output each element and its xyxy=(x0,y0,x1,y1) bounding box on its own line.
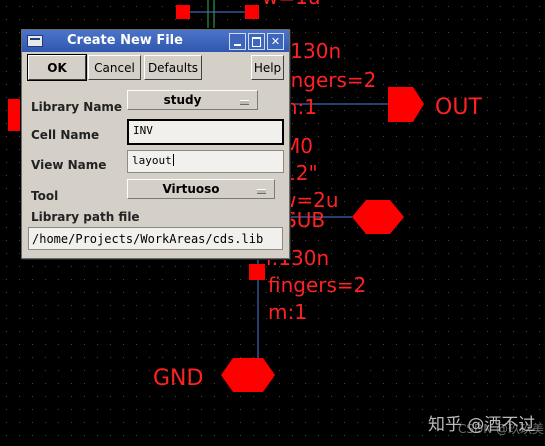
library-path-value: /home/Projects/WorkAreas/cds.lib xyxy=(32,232,264,246)
lower-mos-multiplier: m:1 xyxy=(268,300,307,324)
dialog-title: Create New File xyxy=(67,33,183,48)
minimize-icon[interactable] xyxy=(229,33,246,50)
tool-select[interactable]: Virtuoso xyxy=(127,179,275,199)
gnd-pin-label: GND xyxy=(153,366,203,391)
sub-pin-label: SUB xyxy=(284,208,325,232)
cancel-button[interactable]: Cancel xyxy=(88,55,141,80)
view-name-input[interactable]: layout xyxy=(127,150,284,173)
maximize-icon[interactable] xyxy=(248,33,265,50)
tool-label: Tool xyxy=(31,189,59,203)
lower-mos-fingers: fingers=2 xyxy=(268,273,366,297)
dialog-titlebar[interactable]: Create New File ✕ xyxy=(22,30,289,52)
close-icon[interactable]: ✕ xyxy=(267,33,284,50)
text-cursor xyxy=(172,154,174,166)
cell-name-input[interactable]: INV xyxy=(127,119,284,145)
top-connector-left xyxy=(176,5,190,19)
tool-value: Virtuoso xyxy=(162,182,220,196)
defaults-button[interactable]: Defaults xyxy=(144,55,202,80)
left-connector xyxy=(8,99,20,131)
dropdown-indicator-icon xyxy=(257,189,266,194)
library-path-label: Library path file xyxy=(31,210,140,224)
upper-mos-fingers: fingers=2 xyxy=(278,68,376,92)
library-name-select[interactable]: study xyxy=(127,90,258,110)
library-name-value: study xyxy=(163,93,202,107)
view-name-label: View Name xyxy=(31,158,107,172)
cell-name-label: Cell Name xyxy=(31,128,100,142)
top-width-label: w=1u xyxy=(262,0,321,9)
dropdown-indicator-icon xyxy=(240,100,249,105)
out-pin-label: OUT xyxy=(435,95,482,120)
help-button[interactable]: Help xyxy=(251,55,284,80)
create-new-file-dialog: Create New File ✕ OK Cancel Defaults Hel… xyxy=(21,29,290,259)
library-name-label: Library Name xyxy=(31,100,123,114)
menu-icon[interactable] xyxy=(27,35,43,47)
library-path-input[interactable]: /home/Projects/WorkAreas/cds.lib xyxy=(28,227,283,250)
cell-name-value: INV xyxy=(133,124,153,137)
lower-connector xyxy=(249,264,265,280)
csdn-watermark: CSDN @玖玖美 xyxy=(458,422,545,436)
view-name-value: layout xyxy=(132,154,172,167)
ok-button[interactable]: OK xyxy=(27,54,87,81)
top-connector-right xyxy=(245,5,259,19)
